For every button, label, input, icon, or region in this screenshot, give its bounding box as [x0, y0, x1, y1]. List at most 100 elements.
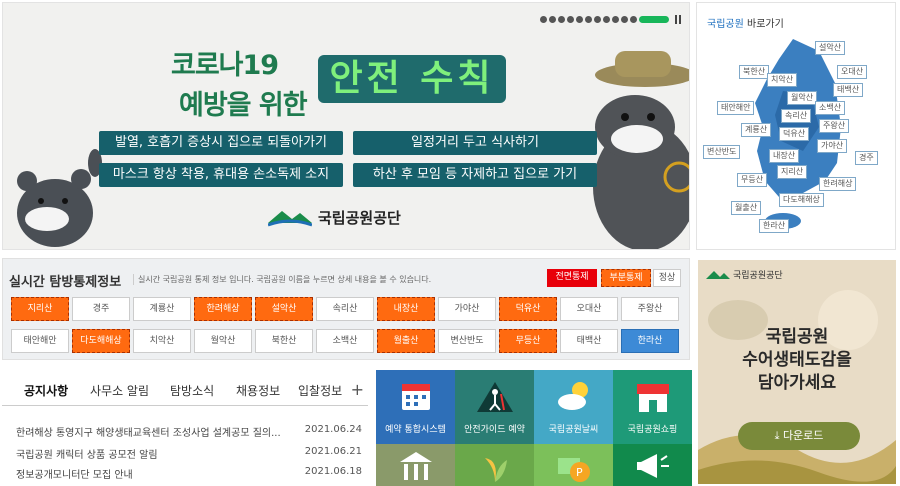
slide-dot[interactable]	[576, 16, 583, 23]
control-title: 실시간 탐방통제정보	[9, 275, 122, 290]
map-park-link[interactable]: 가야산	[817, 139, 848, 153]
map-park-link[interactable]: 속리산	[781, 109, 812, 123]
slide-dot[interactable]	[567, 16, 574, 23]
tab-recruit[interactable]: 채용정보	[236, 382, 280, 399]
map-park-link[interactable]: 한라산	[759, 219, 790, 233]
map-park-link[interactable]: 북한산	[739, 65, 770, 79]
slide-dot[interactable]	[612, 16, 619, 23]
map-park-link[interactable]: 설악산	[815, 41, 846, 55]
banner-line1: 코로나19	[171, 50, 279, 81]
download-icon: ⤓	[774, 429, 783, 442]
park-status-button[interactable]: 설악산	[255, 297, 313, 321]
park-status-button[interactable]: 가야산	[438, 297, 496, 321]
bear-mascot-left	[17, 149, 102, 247]
park-status-button[interactable]: 치악산	[133, 329, 191, 353]
ad-title-line3: 담아가세요	[757, 373, 837, 393]
park-status-button[interactable]: 계룡산	[133, 297, 191, 321]
map-park-link[interactable]: 월악산	[787, 91, 818, 105]
park-status-button[interactable]: 오대산	[560, 297, 618, 321]
sign-language-ad[interactable]: 국립공원공단 국립공원 수어생태도감을 담아가세요 ⤓ 다운로드	[698, 260, 896, 484]
map-park-link[interactable]: 태안해안	[717, 101, 755, 115]
map-park-link[interactable]: 내장산	[769, 149, 800, 163]
park-status-button[interactable]: 북한산	[255, 329, 313, 353]
map-park-link[interactable]: 소백산	[815, 101, 846, 115]
map-park-link[interactable]: 지리산	[777, 165, 808, 179]
control-desc: 실시간 국립공원 통제 정보 입니다. 국립공원 이름을 누르면 상세 내용을 …	[133, 274, 431, 285]
quick-menu-tile[interactable]: 예약 통합시스템	[376, 370, 455, 444]
tab-news[interactable]: 탐방소식	[170, 382, 214, 399]
park-status-button[interactable]: 내장산	[377, 297, 435, 321]
park-status-button[interactable]: 지리산	[11, 297, 69, 321]
map-park-link[interactable]: 치악산	[767, 73, 798, 87]
tab-bid[interactable]: 입찰정보	[298, 382, 342, 399]
knps-logo-icon	[706, 270, 730, 279]
download-button[interactable]: ⤓ 다운로드	[738, 422, 860, 450]
map-title-accent: 국립공원	[707, 19, 744, 30]
map-park-link[interactable]: 월출산	[731, 201, 762, 215]
park-status-button[interactable]: 한라산	[621, 329, 679, 353]
notice-date: 2021.06.21	[304, 446, 362, 457]
notice-item[interactable]: 국립공원 캐릭터 상품 공모전 알림 2021.06.21	[16, 446, 362, 461]
park-status-button[interactable]: 태백산	[560, 329, 618, 353]
map-park-link[interactable]: 변산반도	[703, 145, 741, 159]
map-park-link[interactable]: 계룡산	[741, 123, 772, 137]
quick-menu-tile[interactable]: 국립공원날씨	[534, 370, 613, 444]
park-status-button[interactable]: 한려해상	[194, 297, 252, 321]
quick-menu-tile[interactable]	[613, 444, 692, 486]
map-park-link[interactable]: 무등산	[737, 173, 768, 187]
slide-dot[interactable]	[549, 16, 556, 23]
slide-dot[interactable]	[585, 16, 592, 23]
map-park-link[interactable]: 덕유산	[779, 127, 810, 141]
main-banner[interactable]: 코로나19 예방을 위한 안전 수칙 발열, 호흡기 증상시 집으로 되돌아가기…	[2, 2, 690, 250]
slide-dot[interactable]	[621, 16, 628, 23]
park-status-button[interactable]: 태안해안	[11, 329, 69, 353]
notice-date: 2021.06.24	[304, 424, 362, 435]
notice-tabs: 공지사항 사무소 알림 탐방소식 채용정보 입찰정보 +	[2, 378, 368, 406]
park-status-button[interactable]: 다도해해상	[72, 329, 130, 353]
slide-dot[interactable]	[540, 16, 547, 23]
quick-menu-tile[interactable]	[376, 444, 455, 486]
slide-dot[interactable]	[603, 16, 610, 23]
quick-menu-tile[interactable]: 안전가이드 예약	[455, 370, 534, 444]
rule-3: 마스크 항상 착용, 휴대용 손소독제 소지	[99, 163, 343, 187]
banner-line2: 예방을 위한	[179, 90, 308, 121]
park-status-button[interactable]: 경주	[72, 297, 130, 321]
notice-item[interactable]: 한려해상 통영지구 해양생태교육센터 조성사업 설계공모 질의... 2021.…	[16, 424, 362, 439]
park-status-button[interactable]: 주왕산	[621, 297, 679, 321]
map-title: 국립공원 바로가기	[707, 15, 784, 30]
legend-full: 전면통제	[547, 269, 597, 287]
park-status-button[interactable]: 무등산	[499, 329, 557, 353]
tab-notice[interactable]: 공지사항	[24, 382, 68, 399]
slide-dot[interactable]	[558, 16, 565, 23]
map-park-link[interactable]: 주왕산	[819, 119, 850, 133]
map-park-link[interactable]: 태백산	[833, 83, 864, 97]
park-status-button[interactable]: 소백산	[316, 329, 374, 353]
park-status-button[interactable]: 속리산	[316, 297, 374, 321]
pause-icon[interactable]	[675, 15, 681, 24]
slide-indicator[interactable]	[538, 15, 681, 24]
quick-menu-tile[interactable]: P	[534, 444, 613, 486]
park-status-button[interactable]: 월출산	[377, 329, 435, 353]
park-status-button[interactable]: 덕유산	[499, 297, 557, 321]
knps-logo-icon	[268, 211, 312, 227]
tab-office[interactable]: 사무소 알림	[90, 382, 149, 399]
slide-dot[interactable]	[594, 16, 601, 23]
map-title-rest: 바로가기	[743, 19, 784, 30]
notice-item[interactable]: 정보공개모니터단 모집 안내 2021.06.18	[16, 466, 362, 481]
notice-title[interactable]: 한려해상 통영지구 해양생태교육센터 조성사업 설계공모 질의...	[16, 428, 281, 439]
notice-title[interactable]: 국립공원 캐릭터 상품 공모전 알림	[16, 450, 158, 461]
slide-dot[interactable]	[630, 16, 637, 23]
quick-menu-tile[interactable]	[455, 444, 534, 486]
map-park-link[interactable]: 한려해상	[819, 177, 857, 191]
slide-dot[interactable]	[639, 16, 669, 23]
quick-menu-tile[interactable]: 국립공원쇼핑	[613, 370, 692, 444]
map-park-link[interactable]: 경주	[855, 151, 878, 165]
more-button[interactable]: +	[351, 380, 364, 399]
ad-title: 국립공원 수어생태도감을 담아가세요	[698, 326, 896, 395]
map-park-link[interactable]: 다도해해상	[779, 193, 824, 207]
map-park-link[interactable]: 오대산	[837, 65, 868, 79]
park-status-button[interactable]: 변산반도	[438, 329, 496, 353]
rule-2: 일정거리 두고 식사하기	[353, 131, 597, 155]
notice-title[interactable]: 정보공개모니터단 모집 안내	[16, 470, 133, 481]
park-status-button[interactable]: 월악산	[194, 329, 252, 353]
